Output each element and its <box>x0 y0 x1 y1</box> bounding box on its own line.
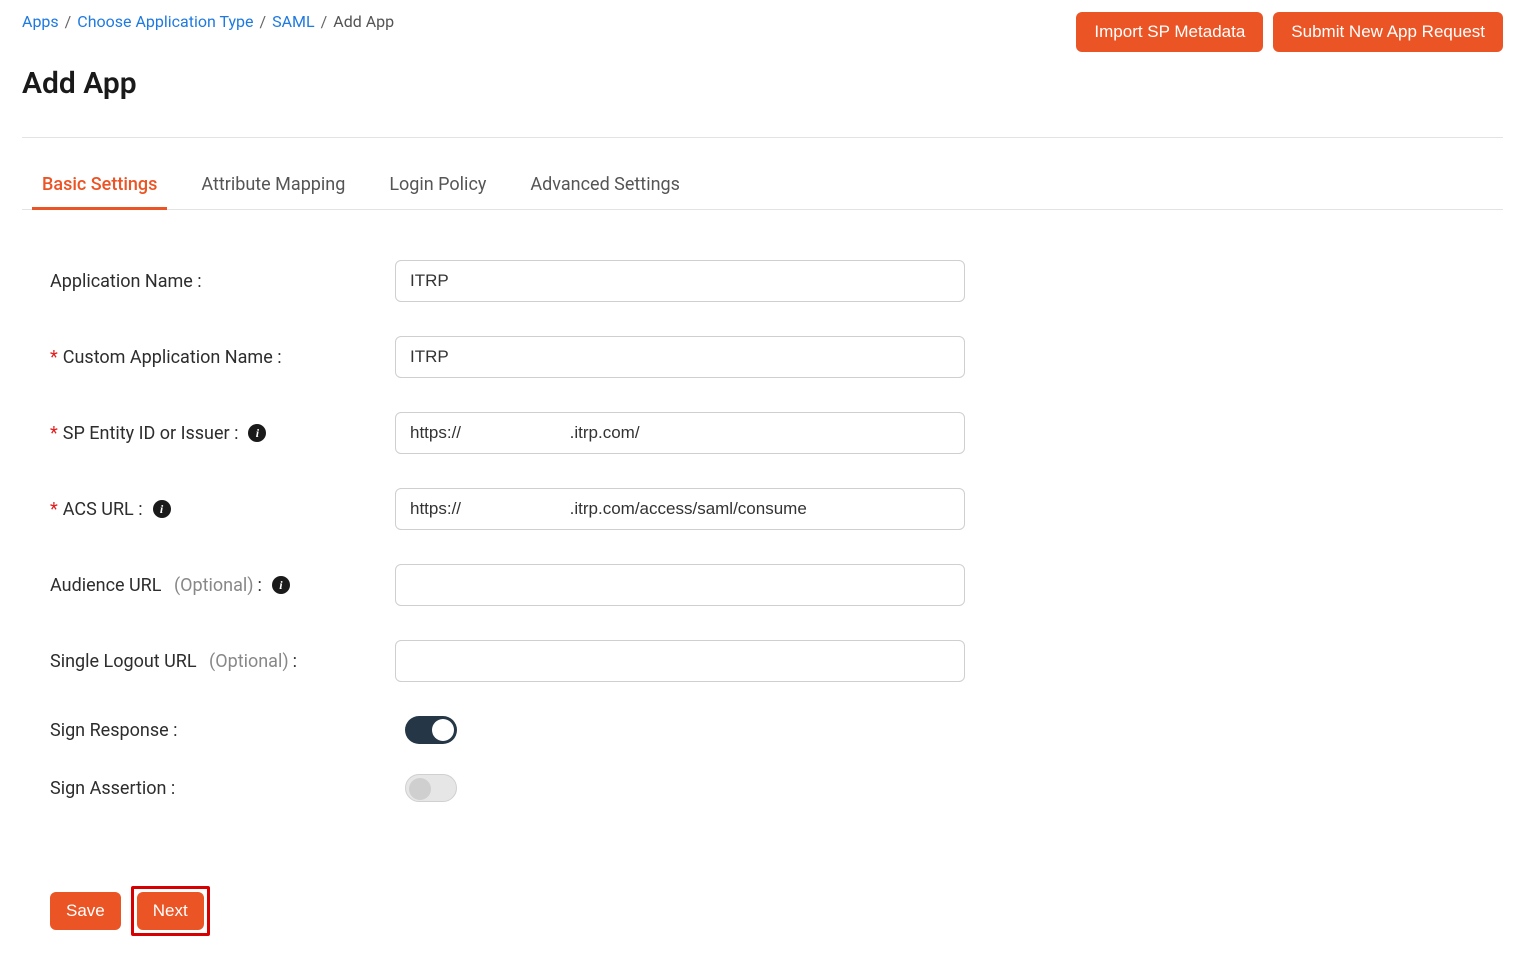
form-area: Application Name : *Custom Application N… <box>22 210 1002 852</box>
breadcrumb-link-saml[interactable]: SAML <box>272 12 315 31</box>
single-logout-url-input[interactable] <box>395 640 965 682</box>
sign-response-label: Sign Response : <box>50 720 395 741</box>
page-title: Add App <box>22 66 1503 101</box>
breadcrumb-sep: / <box>65 12 72 31</box>
application-name-input[interactable] <box>395 260 965 302</box>
next-button[interactable]: Next <box>137 892 204 930</box>
top-actions: Import SP Metadata Submit New App Reques… <box>1076 12 1503 52</box>
next-button-highlight: Next <box>131 886 210 936</box>
tab-login-policy[interactable]: Login Policy <box>387 164 488 209</box>
info-icon[interactable]: i <box>153 500 171 518</box>
bottom-actions: Save Next <box>22 886 1503 936</box>
sign-response-toggle[interactable] <box>405 716 457 744</box>
tab-advanced-settings[interactable]: Advanced Settings <box>528 164 682 209</box>
tab-attribute-mapping[interactable]: Attribute Mapping <box>199 164 347 209</box>
tabs: Basic Settings Attribute Mapping Login P… <box>22 164 1503 210</box>
sp-entity-id-label: *SP Entity ID or Issuer : i <box>50 423 395 444</box>
audience-url-label: Audience URL (Optional) : i <box>50 575 395 596</box>
breadcrumb-sep: / <box>260 12 267 31</box>
breadcrumb: Apps / Choose Application Type / SAML / … <box>22 12 394 31</box>
sign-assertion-label: Sign Assertion : <box>50 778 395 799</box>
info-icon[interactable]: i <box>248 424 266 442</box>
application-name-label: Application Name : <box>50 271 395 292</box>
custom-application-name-label: *Custom Application Name : <box>50 347 395 368</box>
custom-application-name-input[interactable] <box>395 336 965 378</box>
breadcrumb-sep: / <box>321 12 328 31</box>
single-logout-url-label: Single Logout URL (Optional) : <box>50 651 395 672</box>
import-sp-metadata-button[interactable]: Import SP Metadata <box>1076 12 1263 52</box>
save-button[interactable]: Save <box>50 892 121 930</box>
sp-entity-id-input[interactable] <box>395 412 965 454</box>
breadcrumb-link-apps[interactable]: Apps <box>22 12 59 31</box>
divider <box>22 137 1503 138</box>
audience-url-input[interactable] <box>395 564 965 606</box>
acs-url-input[interactable] <box>395 488 965 530</box>
sign-assertion-toggle[interactable] <box>405 774 457 802</box>
breadcrumb-current: Add App <box>333 12 394 31</box>
tab-basic-settings[interactable]: Basic Settings <box>40 164 159 209</box>
breadcrumb-link-choose-type[interactable]: Choose Application Type <box>77 12 253 31</box>
info-icon[interactable]: i <box>272 576 290 594</box>
submit-new-app-request-button[interactable]: Submit New App Request <box>1273 12 1503 52</box>
acs-url-label: *ACS URL : i <box>50 499 395 520</box>
